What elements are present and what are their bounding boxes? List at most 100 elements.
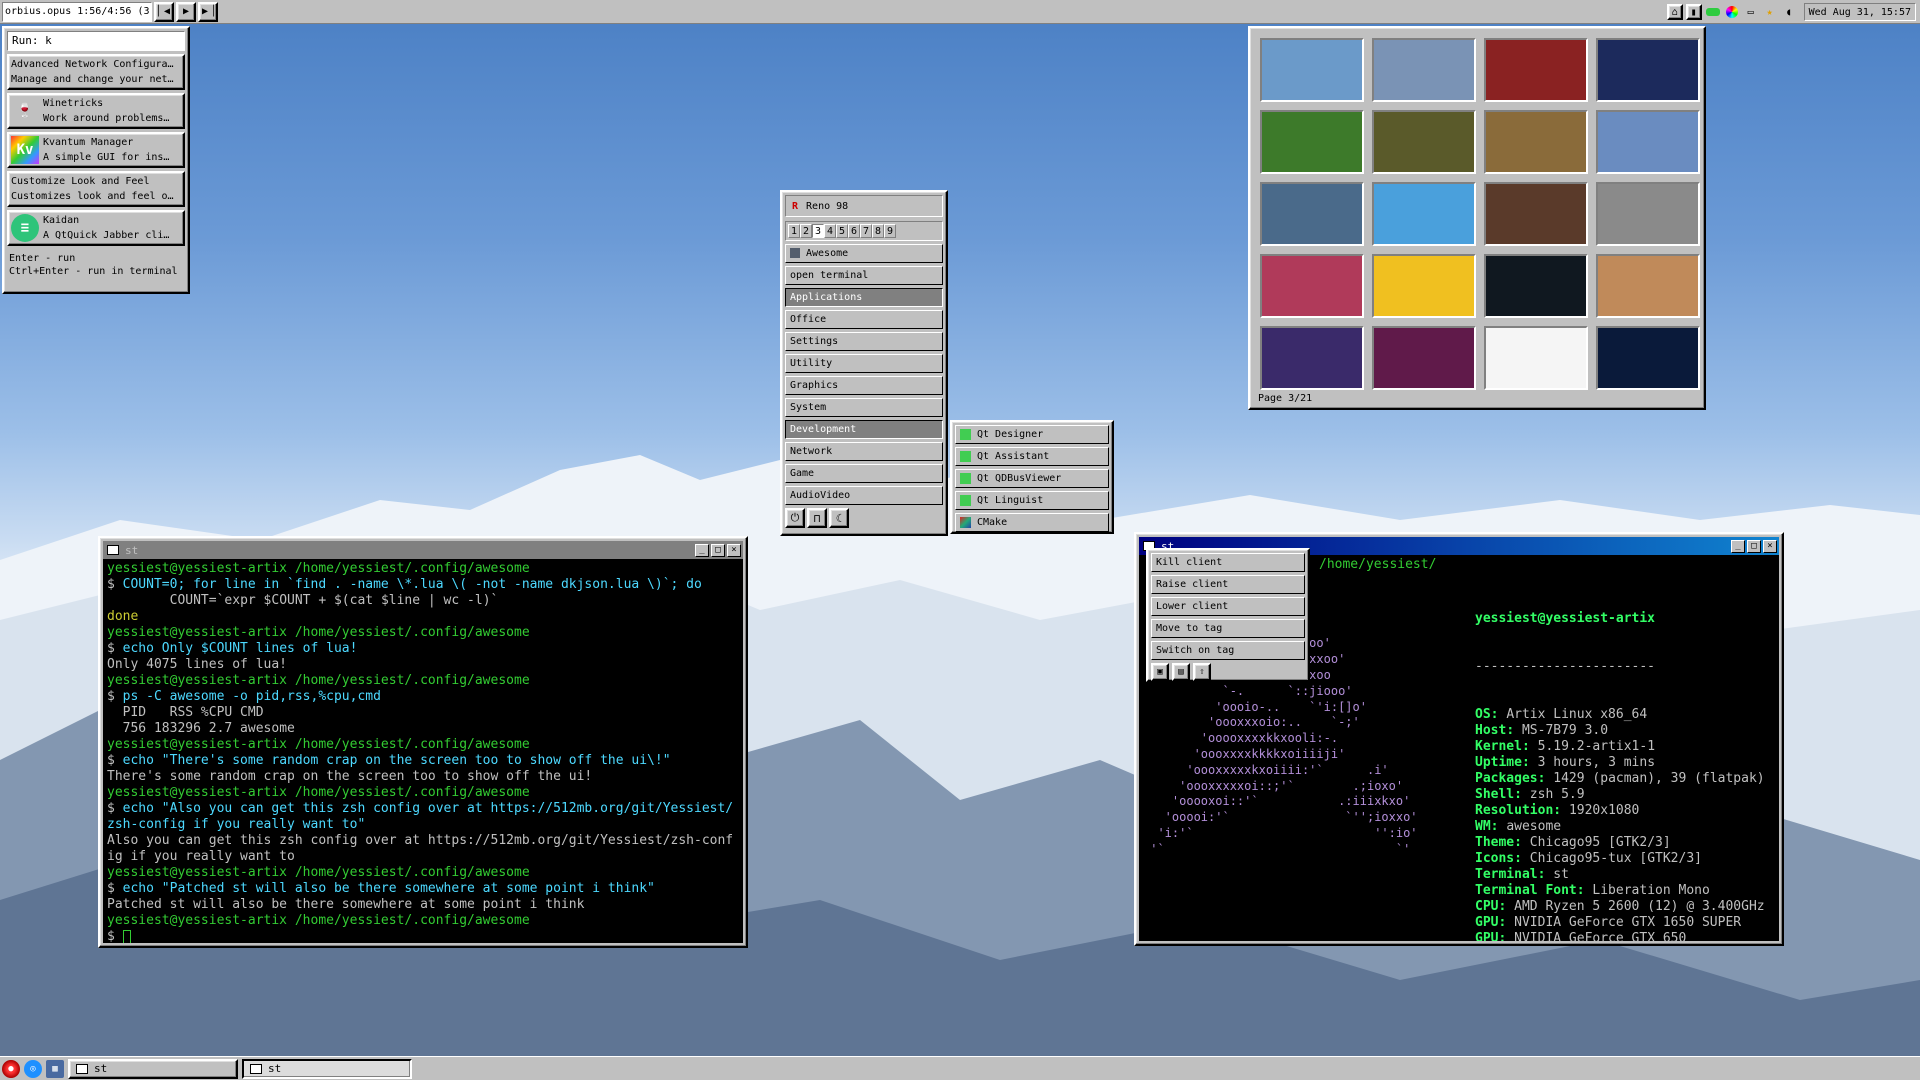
terminal-output[interactable]: yessiest@yessiest-artix /home/yessiest/.…: [103, 559, 743, 943]
wallpaper-thumbnail[interactable]: [1484, 110, 1588, 174]
menu-item-development[interactable]: Development: [785, 420, 943, 439]
close-icon[interactable]: ×: [727, 543, 741, 557]
app-desc: Manage and change your net…: [11, 74, 174, 85]
tag-4[interactable]: 4: [824, 224, 836, 238]
tag-9[interactable]: 9: [884, 224, 896, 238]
tag-7[interactable]: 7: [860, 224, 872, 238]
task-st-1[interactable]: st: [68, 1058, 238, 1079]
wallpaper-thumbnail[interactable]: [1596, 326, 1700, 390]
menu-item-audiovideo[interactable]: AudioVideo: [785, 486, 943, 505]
menu-item-office[interactable]: Office: [785, 310, 943, 329]
menu-item-cmake[interactable]: CMake: [955, 513, 1109, 532]
menu-item-qt-assistant[interactable]: Qt Assistant: [955, 447, 1109, 466]
menu-item-qt-linguist[interactable]: Qt Linguist: [955, 491, 1109, 510]
color-wheel-icon[interactable]: [1724, 4, 1740, 20]
next-track-icon[interactable]: ▶▕: [198, 1, 218, 22]
menu-item-switch-on-tag[interactable]: Switch on tag: [1151, 641, 1305, 660]
client-actions: ▣ ▤ ⇧: [1151, 663, 1305, 681]
fetch-key: Packages: [1475, 771, 1538, 786]
menu-item-graphics[interactable]: Graphics: [785, 376, 943, 395]
wallpaper-thumbnail[interactable]: [1260, 38, 1364, 102]
task-st-2[interactable]: st: [242, 1058, 412, 1079]
maximize-icon[interactable]: □: [711, 543, 725, 557]
wallpaper-thumbnail[interactable]: [1484, 254, 1588, 318]
floating-icon[interactable]: ▣: [1151, 663, 1169, 681]
wallpaper-thumbnail[interactable]: [1260, 326, 1364, 390]
menu-logo-icon[interactable]: ●: [2, 1059, 20, 1078]
menu-item-applications[interactable]: Applications: [785, 288, 943, 307]
minimize-icon[interactable]: _: [1731, 539, 1745, 553]
command-line: $ echo "Also you can get this zsh config…: [107, 801, 734, 832]
wallpaper-thumbnail[interactable]: [1596, 182, 1700, 246]
wallpaper-thumbnail[interactable]: [1596, 110, 1700, 174]
fetch-row: Host: MS-7B79 3.0: [1475, 723, 1609, 738]
run-input[interactable]: Run: k: [7, 31, 185, 51]
menu-item-lower-client[interactable]: Lower client: [1151, 597, 1305, 616]
close-icon[interactable]: ×: [1763, 539, 1777, 553]
app-entry-kvantum[interactable]: Kv Kvantum Manager A simple GUI for ins…: [7, 132, 185, 168]
minimize-icon[interactable]: _: [695, 543, 709, 557]
wallpaper-thumbnail[interactable]: [1484, 38, 1588, 102]
menu-item-kill-client[interactable]: Kill client: [1151, 553, 1305, 572]
tag-3[interactable]: 3: [812, 224, 824, 238]
app-entry-customize[interactable]: Customize Look and Feel Customizes look a…: [7, 171, 185, 207]
battery-icon[interactable]: ▮: [1685, 4, 1702, 20]
tag-8[interactable]: 8: [872, 224, 884, 238]
fetch-row: WM: awesome: [1475, 819, 1562, 834]
wallpaper-thumbnail[interactable]: [1372, 326, 1476, 390]
maximize-icon[interactable]: □: [1747, 539, 1761, 553]
current-prompt[interactable]: $: [107, 929, 739, 943]
menu-item-raise-client[interactable]: Raise client: [1151, 575, 1305, 594]
volume-icon[interactable]: ◖: [1781, 4, 1797, 20]
status-green-icon[interactable]: [1705, 4, 1721, 20]
wallpaper-thumbnail[interactable]: [1260, 254, 1364, 318]
star-icon[interactable]: ★: [1762, 4, 1778, 20]
wallpaper-thumbnail[interactable]: [1596, 38, 1700, 102]
network-icon[interactable]: ⌂: [1666, 4, 1683, 20]
clock[interactable]: Wed Aug 31, 15:57: [1803, 3, 1916, 21]
task-label: st: [94, 1061, 108, 1075]
keyboard-icon[interactable]: ▭: [1743, 4, 1759, 20]
titlebar[interactable]: st _ □ ×: [103, 541, 743, 559]
menu-item-system[interactable]: System: [785, 398, 943, 417]
menu-item-qt-designer[interactable]: Qt Designer: [955, 425, 1109, 444]
menu-item-game[interactable]: Game: [785, 464, 943, 483]
menu-item-move-to-tag[interactable]: Move to tag: [1151, 619, 1305, 638]
tag-1[interactable]: 1: [788, 224, 800, 238]
wallpaper-thumbnail[interactable]: [1372, 254, 1476, 318]
sticky-icon[interactable]: ⇧: [1193, 663, 1211, 681]
prev-track-icon[interactable]: ▏◀: [154, 1, 174, 22]
app-entry-kaidan[interactable]: ≡ Kaidan A QtQuick Jabber cli…: [7, 210, 185, 246]
tag-6[interactable]: 6: [848, 224, 860, 238]
power-icon[interactable]: ⏻: [785, 508, 805, 528]
menu-item-qt-qdbusviewer[interactable]: Qt QDBusViewer: [955, 469, 1109, 488]
menu-item-network[interactable]: Network: [785, 442, 943, 461]
fetch-key: WM: [1475, 819, 1491, 834]
wallpaper-thumbnail[interactable]: [1484, 326, 1588, 390]
wallpaper-thumbnail[interactable]: [1596, 254, 1700, 318]
tag-2[interactable]: 2: [800, 224, 812, 238]
terminal-icon: [76, 1063, 88, 1074]
play-icon[interactable]: ▶: [176, 1, 196, 22]
browser-icon[interactable]: ◎: [24, 1059, 42, 1078]
kvantum-icon: Kv: [11, 136, 39, 164]
sleep-icon[interactable]: ☾: [829, 508, 849, 528]
lock-icon[interactable]: ⊓: [807, 508, 827, 528]
wallpaper-thumbnail[interactable]: [1372, 38, 1476, 102]
wallpaper-thumbnail[interactable]: [1372, 182, 1476, 246]
menu-item-open-terminal[interactable]: open terminal: [785, 266, 943, 285]
app-entry-network[interactable]: Advanced Network Configura… Manage and ch…: [7, 54, 185, 90]
menu-item-settings[interactable]: Settings: [785, 332, 943, 351]
maximize-client-icon[interactable]: ▤: [1172, 663, 1190, 681]
wallpaper-thumbnail[interactable]: [1484, 182, 1588, 246]
wallpaper-thumbnail[interactable]: [1260, 110, 1364, 174]
wallpaper-thumbnail[interactable]: [1260, 182, 1364, 246]
tag-5[interactable]: 5: [836, 224, 848, 238]
fetch-value: AMD Ryzen 5 2600 (12) @ 3.400GHz: [1514, 899, 1765, 914]
menu-item-utility[interactable]: Utility: [785, 354, 943, 373]
wallpaper-thumbnail[interactable]: [1372, 110, 1476, 174]
menu-item-awesome[interactable]: Awesome: [785, 244, 943, 263]
item-label: Qt Designer: [977, 429, 1044, 440]
app-entry-winetricks[interactable]: 🍷 Winetricks Work around problems…: [7, 93, 185, 129]
files-icon[interactable]: ▦: [46, 1059, 64, 1078]
